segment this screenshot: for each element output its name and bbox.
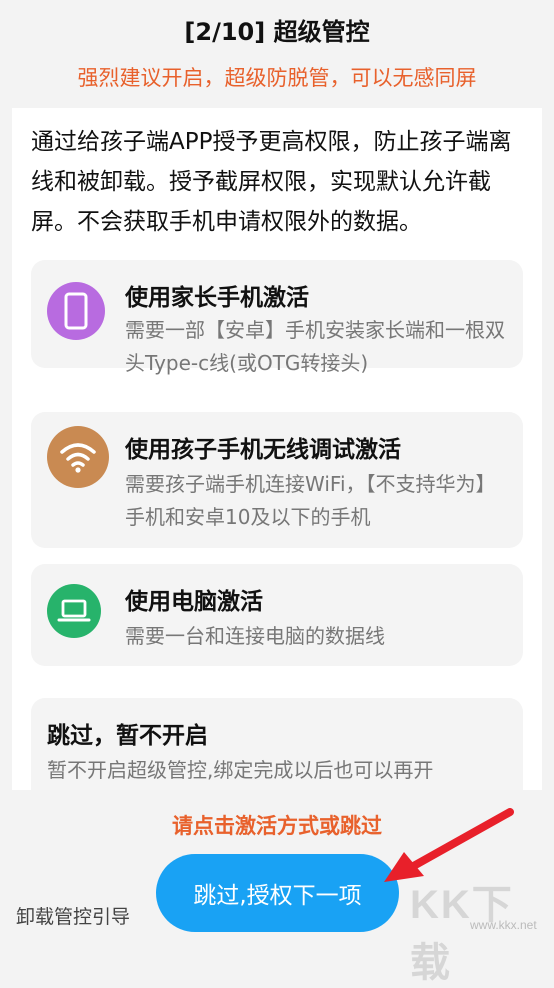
option-title: 使用孩子手机无线调试激活 (125, 437, 401, 463)
laptop-icon (47, 584, 101, 638)
option-title: 使用电脑激活 (125, 589, 263, 615)
wifi-icon (47, 426, 109, 488)
option-title: 使用家长手机激活 (125, 285, 309, 311)
page-subtitle: 强烈建议开启，超级防脱管，可以无感同屏 (77, 66, 477, 90)
option-desc: 需要孩子端手机连接WiFi，【不支持华为】手机和安卓10及以下的手机 (125, 472, 496, 529)
watermark-url: www.kkx.net (470, 918, 537, 932)
option-computer[interactable]: 使用电脑激活 需要一台和连接电脑的数据线 (31, 564, 523, 666)
page-title: [2/10] 超级管控 (184, 18, 370, 46)
option-parent-phone[interactable]: 使用家长手机激活 需要一部【安卓】手机安装家长端和一根双头Type-c线(或OT… (31, 260, 523, 375)
skip-title: 跳过，暂不开启 (47, 723, 208, 749)
skip-desc: 暂不开启超级管控,绑定完成以后也可以再开 (47, 758, 434, 782)
description-text: 通过给孩子端APP授予更高权限，防止孩子端离线和被卸载。授予截屏权限，实现默认允… (31, 129, 512, 235)
option-desc: 需要一部【安卓】手机安装家长端和一根双头Type-c线(或OTG转接头) (125, 318, 505, 375)
option-desc: 需要一台和连接电脑的数据线 (125, 624, 385, 648)
content-panel: 通过给孩子端APP授予更高权限，防止孩子端离线和被卸载。授予截屏权限，实现默认允… (12, 108, 542, 790)
option-child-wireless[interactable]: 使用孩子手机无线调试激活 需要孩子端手机连接WiFi，【不支持华为】手机和安卓1… (31, 412, 523, 548)
skip-next-button[interactable]: 跳过,授权下一项 (156, 854, 399, 932)
uninstall-guide-link[interactable]: 卸载管控引导 (16, 902, 130, 929)
header: [2/10] 超级管控 强烈建议开启，超级防脱管，可以无感同屏 (0, 0, 554, 100)
option-skip[interactable]: 跳过，暂不开启 暂不开启超级管控,绑定完成以后也可以再开 (31, 698, 523, 790)
phone-icon (47, 282, 105, 340)
